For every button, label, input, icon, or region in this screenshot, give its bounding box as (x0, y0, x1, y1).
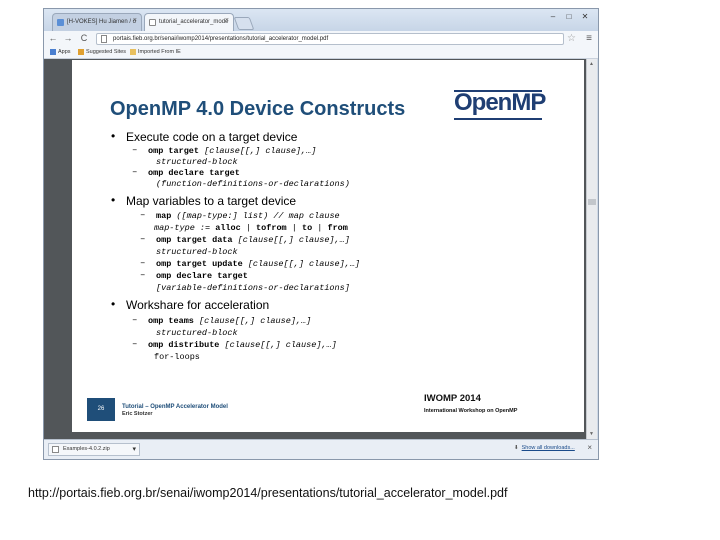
page-icon (78, 48, 84, 55)
tab-label: tutorial_accelerator_mode (159, 19, 229, 25)
bookmarks-bar: Apps Suggested Sites Imported From IE (44, 47, 598, 59)
bullet-icon: • (111, 129, 116, 143)
minimize-button[interactable]: – (546, 11, 560, 22)
menu-icon[interactable]: ≡ (586, 32, 592, 45)
tab-label: [H-VOKES] Hu Jiamen / o (67, 19, 137, 25)
pdf-page-icon (149, 19, 156, 26)
close-window-button[interactable]: ✕ (578, 11, 592, 22)
slide-title: OpenMP 4.0 Device Constructs (110, 98, 406, 120)
code-line: – omp target [clause[[,] clause],…] (132, 145, 317, 156)
bullet-icon: • (111, 297, 116, 311)
apps-grid-icon (50, 48, 56, 55)
openmp-logo: OpenMP (454, 89, 546, 120)
code-line: – omp teams [clause[[,] clause],…] (132, 315, 312, 326)
code-line: – omp declare target (132, 167, 240, 178)
file-icon (52, 446, 59, 453)
scroll-up-icon[interactable]: ▲ (589, 61, 594, 67)
page-icon (101, 35, 107, 43)
code-line: map-type := alloc | tofrom | to | from (154, 223, 348, 233)
new-tab-button[interactable] (233, 17, 255, 30)
close-download-bar-icon[interactable]: × (587, 443, 592, 452)
event-subtitle: International Workshop on OpenMP (424, 408, 518, 414)
slide-page-number: 26 (87, 398, 115, 421)
back-button[interactable]: ← (47, 32, 59, 45)
toolbar: ← → C portais.fieb.org.br/senai/iwomp201… (44, 31, 598, 47)
code-line: for-loops (154, 352, 200, 362)
event-name: IWOMP 2014 (424, 393, 481, 404)
address-bar[interactable]: portais.fieb.org.br/senai/iwomp2014/pres… (96, 33, 564, 45)
chevron-down-icon[interactable]: ▾ (132, 444, 136, 455)
download-arrow-icon: ⬇ (514, 445, 519, 451)
code-line: – omp target data [clause[[,] clause],…] (140, 234, 350, 245)
favicon-icon (57, 19, 64, 26)
tab-close-icon[interactable]: × (133, 17, 137, 24)
bookmark-apps[interactable]: Apps (50, 47, 71, 58)
download-item[interactable]: Examples-4.0.2.zip ▾ (48, 443, 140, 456)
show-all-downloads-link[interactable]: ⬇ Show all downloads... (514, 445, 575, 451)
tab-first[interactable]: [H-VOKES] Hu Jiamen / o × (52, 13, 142, 31)
code-line: – omp target update [clause[[,] clause],…… (140, 258, 361, 269)
download-file-name: Examples-4.0.2.zip (63, 446, 110, 452)
slide-page: OpenMP 4.0 Device Constructs OpenMP • Exe… (72, 60, 584, 432)
source-url-caption: http://portais.fieb.org.br/senai/iwomp20… (28, 486, 508, 500)
folder-icon (130, 48, 136, 55)
code-line: (function-definitions-or-declarations) (156, 179, 350, 189)
scroll-down-icon[interactable]: ▼ (589, 431, 594, 437)
footer-author: Eric Stotzer (122, 411, 153, 417)
title-bar: [H-VOKES] Hu Jiamen / o × tutorial_accel… (44, 9, 598, 31)
forward-button[interactable]: → (62, 32, 74, 45)
code-line: structured-block (156, 328, 238, 338)
code-line: structured-block (156, 157, 238, 167)
bookmark-imported-from-ie[interactable]: Imported From IE (130, 47, 181, 58)
code-line: – omp distribute [clause[[,] clause],…] (132, 339, 337, 350)
code-line: [variable-definitions-or-declarations] (156, 283, 350, 293)
code-line: – omp declare target (140, 270, 248, 281)
maximize-button[interactable]: □ (562, 11, 576, 22)
code-line: – map ([map-type:] list) // map clause (140, 210, 340, 221)
bookmark-suggested-sites[interactable]: Suggested Sites (78, 47, 126, 58)
download-bar: Examples-4.0.2.zip ▾ ⬇ Show all downloads… (44, 439, 598, 459)
code-line: structured-block (156, 247, 238, 257)
scroll-thumb[interactable] (588, 199, 596, 205)
address-text: portais.fieb.org.br/senai/iwomp2014/pres… (113, 36, 329, 42)
tab-active[interactable]: tutorial_accelerator_mode × (144, 13, 234, 31)
footer-title: Tutorial – OpenMP Accelerator Model (122, 404, 228, 410)
reload-button[interactable]: C (78, 32, 90, 45)
scrollbar[interactable]: ▲ ▼ (586, 59, 597, 439)
bookmark-star-icon[interactable]: ☆ (567, 32, 576, 45)
tab-close-icon[interactable]: × (225, 17, 229, 24)
bullet-icon: • (111, 193, 116, 207)
